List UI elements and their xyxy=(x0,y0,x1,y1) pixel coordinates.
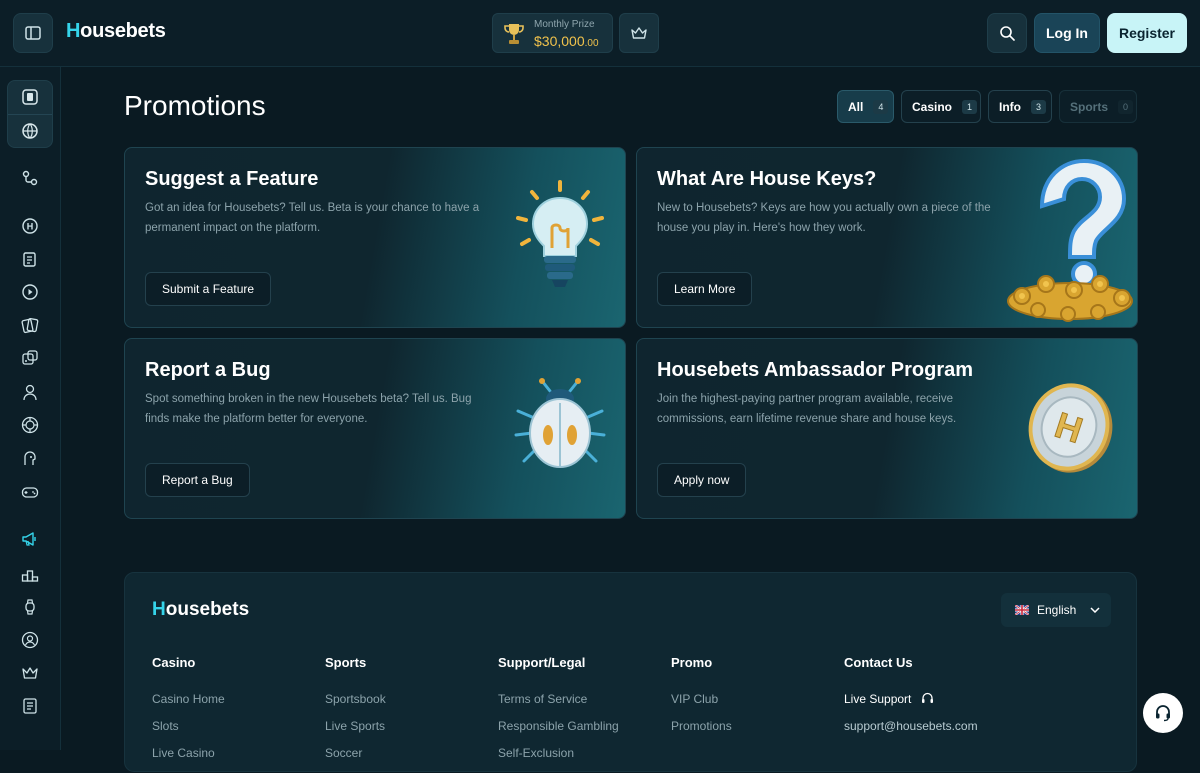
footer-heading: Sports xyxy=(325,655,367,670)
roulette-icon[interactable] xyxy=(19,414,41,436)
live-play-icon[interactable] xyxy=(19,281,41,303)
card-title: Suggest a Feature xyxy=(145,168,319,190)
learn-more-button[interactable]: Learn More xyxy=(657,272,753,306)
lightbulb-illustration xyxy=(516,180,604,287)
poker-face-icon[interactable] xyxy=(19,447,41,469)
footer-heading: Casino xyxy=(152,655,196,670)
leaderboard-icon[interactable] xyxy=(19,563,41,585)
login-button[interactable]: Log In xyxy=(1034,13,1100,53)
footer-link[interactable]: VIP Club xyxy=(671,692,732,719)
promo-card-ambassador: Housebets Ambassador Program Join the hi… xyxy=(636,338,1138,519)
bug-illustration xyxy=(514,378,606,468)
sidebar-toggle-icon xyxy=(25,26,41,40)
question-keys-illustration xyxy=(1007,158,1133,322)
headset-icon xyxy=(1156,705,1170,722)
casino-sports-switch xyxy=(7,80,53,148)
filter-info[interactable]: Info 3 xyxy=(988,90,1052,123)
crown-icon xyxy=(631,27,647,39)
switch-divider xyxy=(8,114,52,115)
footer-column-contact: Contact Us Live Support support@housebet… xyxy=(844,655,978,746)
monthly-prize-widget[interactable]: Monthly Prize $30,000.00 xyxy=(492,13,613,53)
top-bar: Housebets Monthly Prize $30,000.00 Log I… xyxy=(0,0,1200,67)
footer-logo[interactable]: Housebets xyxy=(152,599,249,621)
footer-heading: Support/Legal xyxy=(498,655,586,670)
card-description: Spot something broken in the new Housebe… xyxy=(145,393,472,425)
card-title: What Are House Keys? xyxy=(657,168,877,190)
promo-card-house-keys: What Are House Keys? New to Housebets? K… xyxy=(636,147,1138,328)
search-button[interactable] xyxy=(987,13,1027,53)
live-chat-button[interactable] xyxy=(1143,693,1183,733)
support-email-link[interactable]: support@housebets.com xyxy=(844,719,978,746)
card-description: Join the highest-paying partner program … xyxy=(657,393,957,425)
footer-column-support-legal: Support/Legal Terms of Service Responsib… xyxy=(498,655,619,773)
split-icon[interactable] xyxy=(19,167,41,189)
housebets-logo[interactable]: Housebets xyxy=(66,20,166,43)
card-title: Report a Bug xyxy=(145,359,271,381)
footer-column-sports: Sports Sportsbook Live Sports Soccer xyxy=(325,655,386,773)
sidebar-toggle-button[interactable] xyxy=(13,13,53,53)
casino-chip-icon[interactable] xyxy=(20,87,40,112)
prize-label: Monthly Prize xyxy=(534,19,595,30)
search-icon xyxy=(1000,26,1015,41)
news-icon[interactable] xyxy=(19,695,41,717)
footer-column-promo: Promo VIP Club Promotions xyxy=(671,655,732,746)
footer-link[interactable]: Live Casino xyxy=(152,746,225,773)
footer-link[interactable]: Responsible Gambling xyxy=(498,719,619,746)
footer-link[interactable]: Self-Exclusion xyxy=(498,746,619,773)
promo-card-suggest-feature: Suggest a Feature Got an idea for Houseb… xyxy=(124,147,626,328)
footer-heading: Contact Us xyxy=(844,655,913,670)
footer-link[interactable]: Terms of Service xyxy=(498,692,619,719)
footer-link[interactable]: Casino Home xyxy=(152,692,225,719)
card-description: New to Housebets? Keys are how you actua… xyxy=(657,202,991,234)
footer-link[interactable]: Slots xyxy=(152,719,225,746)
svg-text:H: H xyxy=(27,222,34,232)
sidebar: H xyxy=(0,67,61,750)
footer-column-casino: Casino Casino Home Slots Live Casino xyxy=(152,655,225,773)
uk-flag-icon xyxy=(1015,605,1029,615)
filter-all[interactable]: All 4 xyxy=(837,90,894,123)
crown-icon[interactable] xyxy=(19,662,41,684)
megaphone-icon[interactable] xyxy=(19,528,41,550)
vip-crown-button[interactable] xyxy=(619,13,659,53)
footer: Housebets English Casino Casino Home Slo… xyxy=(124,572,1137,772)
live-support-link[interactable]: Live Support xyxy=(844,692,978,719)
watch-icon[interactable] xyxy=(19,596,41,618)
language-label: English xyxy=(1037,603,1077,617)
footer-heading: Promo xyxy=(671,655,713,670)
sportsbook-icon[interactable] xyxy=(19,248,41,270)
language-selector[interactable]: English xyxy=(1001,593,1111,627)
house-token-icon[interactable]: H xyxy=(19,215,41,237)
submit-feature-button[interactable]: Submit a Feature xyxy=(145,272,272,306)
trophy-icon xyxy=(504,24,524,44)
chevron-down-icon xyxy=(1090,607,1100,613)
filter-sports[interactable]: Sports 0 xyxy=(1059,90,1137,123)
register-button[interactable]: Register xyxy=(1107,13,1187,53)
dealer-icon[interactable] xyxy=(19,381,41,403)
footer-link[interactable]: Promotions xyxy=(671,719,732,746)
dice-icon[interactable] xyxy=(19,347,41,369)
support-agent-icon[interactable] xyxy=(19,629,41,651)
page-title: Promotions xyxy=(124,90,266,121)
footer-link[interactable]: Sportsbook xyxy=(325,692,386,719)
h-chip-illustration: H xyxy=(1028,383,1113,473)
apply-now-button[interactable]: Apply now xyxy=(657,463,747,497)
headset-icon xyxy=(921,692,933,703)
filter-casino[interactable]: Casino 1 xyxy=(901,90,981,123)
card-title: Housebets Ambassador Program xyxy=(657,359,974,381)
promo-card-report-bug: Report a Bug Spot something broken in th… xyxy=(124,338,626,519)
prize-amount: $30,000.00 xyxy=(534,33,599,49)
cards-icon[interactable] xyxy=(19,314,41,336)
footer-link[interactable]: Live Sports xyxy=(325,719,386,746)
card-description: Got an idea for Housebets? Tell us. Beta… xyxy=(145,202,480,234)
gamepad-icon[interactable] xyxy=(19,481,41,503)
report-bug-button[interactable]: Report a Bug xyxy=(145,463,250,497)
footer-link[interactable]: Soccer xyxy=(325,746,386,773)
sports-ball-icon[interactable] xyxy=(20,121,40,146)
